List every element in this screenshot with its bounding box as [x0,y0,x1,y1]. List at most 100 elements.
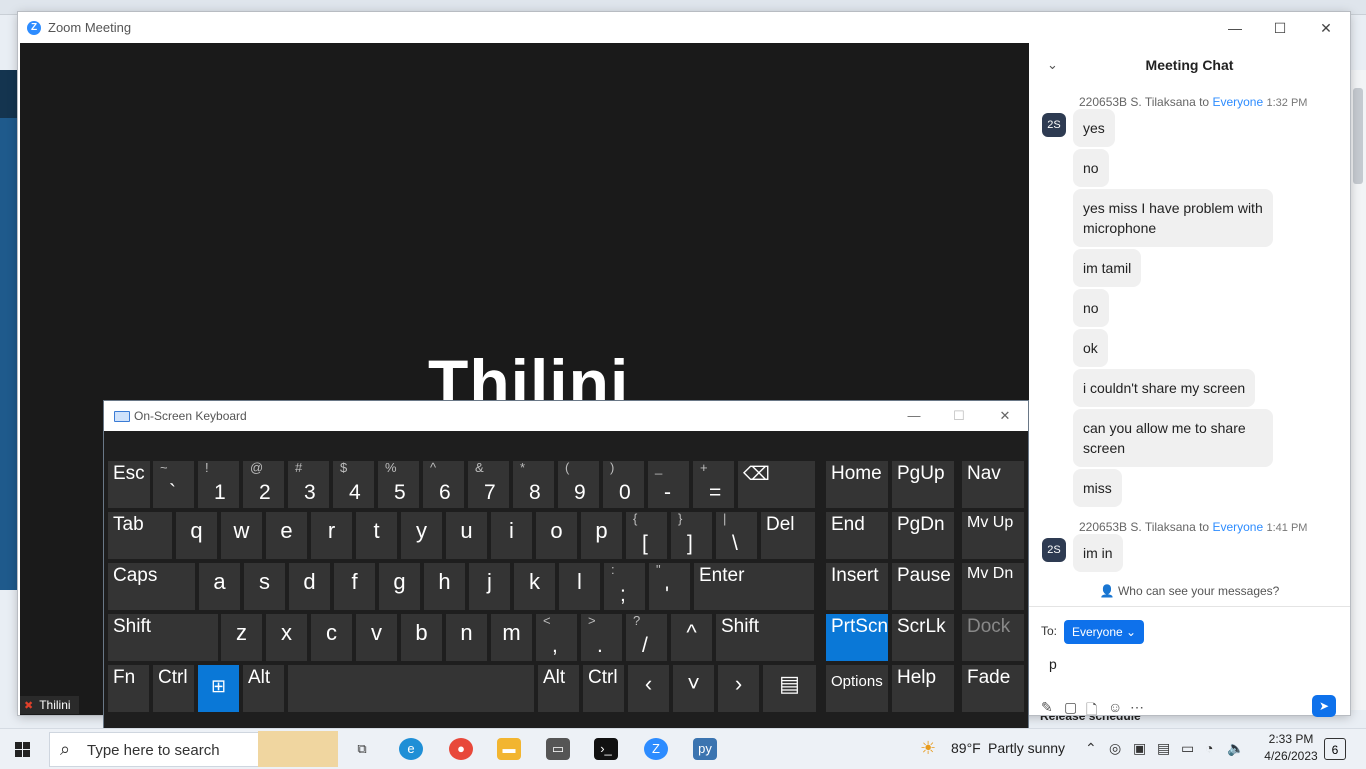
key-a[interactable]: a [199,563,240,610]
osk-maximize-button[interactable]: ☐ [936,405,982,427]
key-v[interactable]: v [356,614,397,661]
key-s[interactable]: s [244,563,285,610]
maximize-button[interactable]: ☐ [1257,16,1303,40]
key-3[interactable]: #3 [288,460,329,508]
key-nav[interactable]: Nav [962,461,1024,508]
key-help[interactable]: Help [892,665,954,712]
key-lalt[interactable]: Alt [243,665,284,712]
minimize-button[interactable]: — [1212,16,1258,40]
tray-app-icon[interactable]: ▤ [1157,740,1170,757]
key-9[interactable]: (9 [558,460,599,508]
key-win[interactable]: ⊞ [198,665,239,712]
message-bubble[interactable]: can you allow me to share screen [1073,409,1273,467]
key-prtscn[interactable]: PrtScn [826,614,888,661]
volume-icon[interactable]: 🔈 [1227,740,1244,757]
key-down[interactable]: ˅ [673,665,714,712]
weather-temp[interactable]: 89°F [951,740,981,756]
format-icon[interactable]: ✎ [1041,699,1053,716]
privacy-note-link[interactable]: 👤 Who can see your messages? [1029,584,1350,598]
key-c[interactable]: c [311,614,352,661]
message-bubble[interactable]: yes [1073,109,1115,147]
wifi-icon[interactable]: ◔ [1205,740,1213,756]
key-j[interactable]: j [469,563,510,610]
key-del[interactable]: Del [761,512,815,559]
key-b[interactable]: b [401,614,442,661]
key-0[interactable]: ) 0 [603,460,644,508]
key-w[interactable]: w [221,512,262,559]
chevron-up-icon[interactable]: ⌃ [1085,740,1097,757]
key-pgup[interactable]: PgUp [892,461,954,508]
key-1[interactable]: ! 1 [198,460,239,508]
key-x[interactable]: x [266,614,307,661]
key-pgdn[interactable]: PgDn [892,512,954,559]
zoom-taskbar-icon[interactable]: Z [644,738,668,760]
key-5[interactable]: % 5 [378,460,419,508]
key-mvup[interactable]: Mv Up [962,512,1024,559]
message-bubble[interactable]: ok [1073,329,1108,367]
key-o[interactable]: o [536,512,577,559]
key-r[interactable]: r [311,512,352,559]
key-lshift[interactable]: Shift [108,614,218,661]
key-period[interactable]: >. [581,613,622,661]
message-bubble[interactable]: no [1073,289,1109,327]
osk-minimize-button[interactable]: — [891,405,937,427]
key-p[interactable]: p [581,512,622,559]
message-bubble[interactable]: im tamil [1073,249,1142,287]
key-home[interactable]: Home [826,461,888,508]
osk-titlebar[interactable]: On-Screen Keyboard — ☐ ✕ [104,401,1028,431]
battery-icon[interactable]: ▭ [1181,740,1194,757]
chat-input[interactable] [1047,651,1341,677]
key-minus[interactable]: _ - [648,460,689,508]
key-esc[interactable]: Esc [108,461,150,508]
remote-desktop-icon[interactable]: ▭ [546,738,570,760]
windows-start-icon[interactable] [8,738,38,762]
key-right[interactable]: › [718,665,759,712]
key-n[interactable]: n [446,614,487,661]
message-bubble[interactable]: im in [1073,534,1123,572]
key-h[interactable]: h [424,563,465,610]
key-g[interactable]: g [379,563,420,610]
key-equals[interactable]: + = [693,460,734,508]
chat-messages[interactable]: 220653B S. Tilaksana to Everyone 1:32 PM… [1029,89,1350,583]
key-fade[interactable]: Fade [962,665,1024,712]
key-e[interactable]: e [266,512,307,559]
key-f[interactable]: f [334,563,375,610]
clock-date[interactable]: 4/26/2023 [1255,749,1327,763]
file-icon[interactable]: 🗋 [1086,699,1097,723]
key-rbracket[interactable]: }] [671,511,712,559]
key-fn[interactable]: Fn [108,665,149,712]
screenshot-icon[interactable]: ▢ [1064,699,1077,716]
background-scrollbar-thumb[interactable] [1353,88,1363,184]
key-rshift[interactable]: Shift [716,614,814,661]
key-k[interactable]: k [514,563,555,610]
avatar[interactable]: 2S [1042,538,1066,562]
key-end[interactable]: End [826,512,888,559]
key-2[interactable]: @2 [243,460,284,508]
weather-desc[interactable]: Partly sunny [988,740,1065,756]
zoom-titlebar[interactable]: Z Zoom Meeting — ☐ ✕ [18,12,1350,43]
key-caps[interactable]: Caps [108,563,195,610]
weather-icon[interactable]: ☀ [920,738,936,759]
message-bubble[interactable]: yes miss I have problem with microphone [1073,189,1273,247]
key-l[interactable]: l [559,563,600,610]
emoji-icon[interactable]: ☺ [1108,699,1122,715]
recipient-dropdown[interactable]: Everyone ⌄ [1064,620,1145,644]
key-backslash[interactable]: | \ [716,511,757,559]
notification-button[interactable]: 6 [1324,738,1346,760]
key-y[interactable]: y [401,512,442,559]
key-pause[interactable]: Pause [892,563,954,610]
key-comma[interactable]: <, [536,613,577,661]
key-ralt[interactable]: Alt [538,665,579,712]
edge-icon[interactable]: e [399,738,423,760]
python-icon[interactable]: py [693,738,717,760]
key-menu[interactable]: ▤ [763,665,816,712]
key-slash[interactable]: ? / [626,613,667,661]
key-4[interactable]: $4 [333,460,374,508]
key-enter[interactable]: Enter [694,563,814,610]
key-insert[interactable]: Insert [826,563,888,610]
message-bubble[interactable]: no [1073,149,1109,187]
key-backspace[interactable]: ⌫ [738,461,815,508]
send-button[interactable]: ➤ [1312,695,1336,717]
chrome-icon[interactable]: ● [449,738,473,760]
more-icon[interactable]: ⋯ [1130,699,1144,716]
